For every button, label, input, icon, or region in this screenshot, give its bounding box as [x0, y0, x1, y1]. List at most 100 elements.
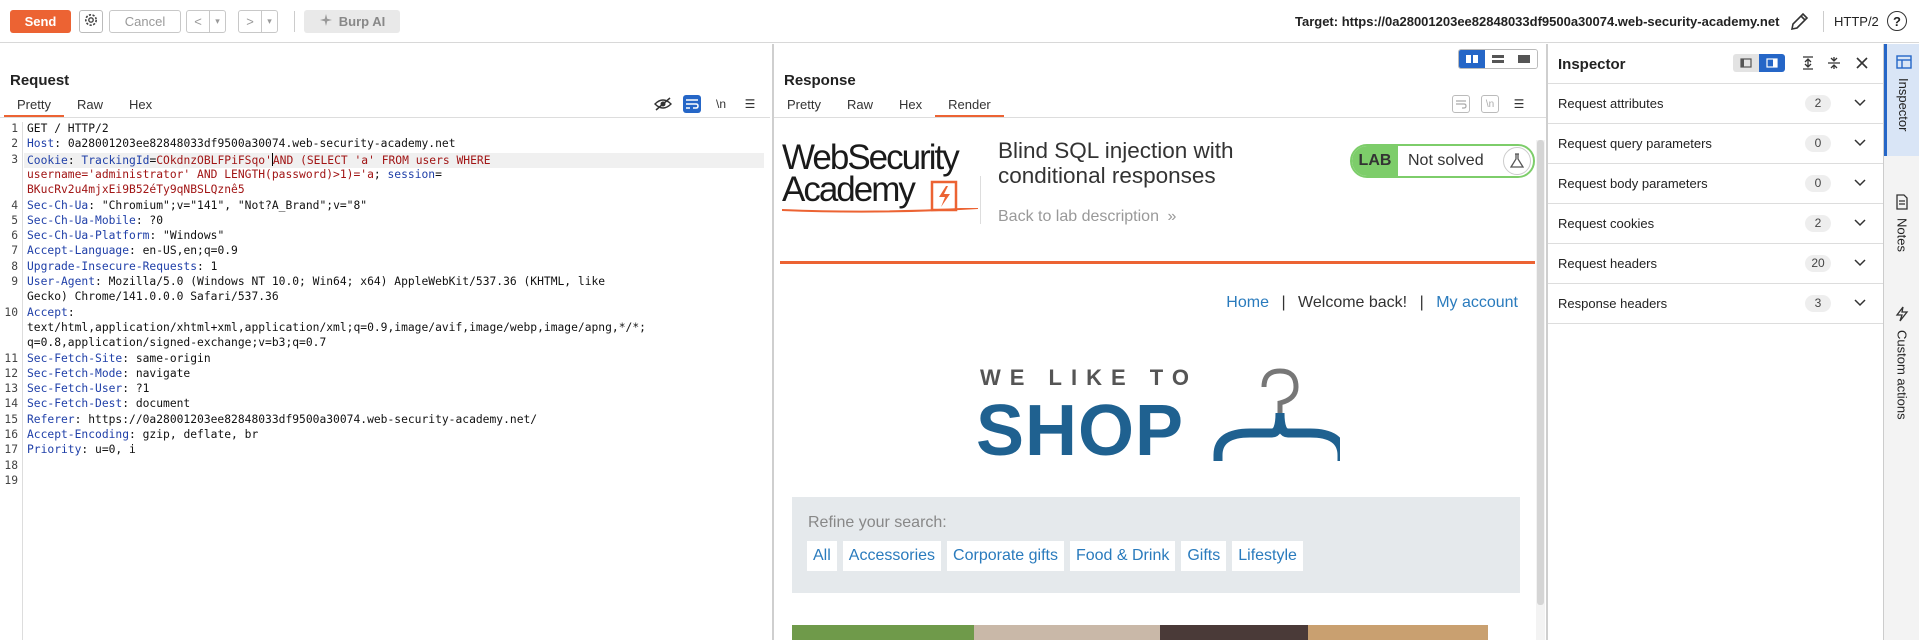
layout-list-icon[interactable] [1733, 54, 1759, 72]
request-line: Referer: https://0a28001203ee82848033df9… [27, 413, 537, 426]
tab-raw[interactable]: Raw [834, 97, 886, 117]
header-name: Sec-Fetch-Mode [27, 366, 123, 380]
inspector-title: Inspector [1558, 56, 1626, 73]
layout-stacked-icon[interactable] [1485, 50, 1511, 68]
my-account-link[interactable]: My account [1436, 294, 1518, 311]
response-editor-icons: \n ☰ [1452, 95, 1528, 113]
inspector-row-request-attributes[interactable]: Request attributes 2 [1548, 84, 1883, 124]
line-number: 18 [4, 458, 18, 472]
wrap-lines-icon[interactable] [683, 95, 701, 113]
forward-nav-group: > ▾ [238, 10, 278, 33]
send-button[interactable]: Send [10, 10, 71, 33]
request-editor[interactable]: 1 2 3 4 5 6 7 8 9 10 11 12 13 14 15 16 17 18 19 GET / HTTP… [0, 122, 770, 640]
back-to-lab-link[interactable]: Back to lab description » [998, 208, 1176, 226]
line-number: 6 [11, 229, 18, 243]
header-value: : https://0a28001203ee82848033df9500a300… [74, 412, 538, 426]
expand-all-icon[interactable] [1798, 53, 1818, 73]
layout-toggle [1458, 49, 1538, 69]
header-name: Cookie [27, 153, 68, 167]
close-icon[interactable] [1852, 53, 1872, 73]
line-number: 12 [4, 366, 18, 380]
tab-pretty[interactable]: Pretty [774, 97, 834, 117]
product-image[interactable] [974, 625, 1160, 640]
menu-icon[interactable]: ☰ [1510, 95, 1528, 113]
inspector-row-body-parameters[interactable]: Request body parameters 0 [1548, 164, 1883, 204]
tab-underline [0, 117, 770, 118]
category-gifts[interactable]: Gifts [1181, 541, 1227, 571]
line-number: 3 [11, 152, 18, 166]
toolbar-divider [1823, 11, 1824, 32]
line-number: 15 [4, 412, 18, 426]
product-image[interactable] [1160, 625, 1308, 640]
line-number: 4 [11, 198, 18, 212]
newline-icon[interactable]: \n [1481, 95, 1499, 113]
layout-tabs-icon[interactable] [1511, 50, 1537, 68]
product-image[interactable] [1308, 625, 1488, 640]
inspector-row-request-headers[interactable]: Request headers 20 [1548, 244, 1883, 284]
tab-pretty[interactable]: Pretty [4, 97, 64, 117]
target-url: Target: https://0a28001203ee82848033df95… [1295, 14, 1780, 29]
layout-side-by-side-icon[interactable] [1459, 50, 1485, 68]
notes-icon [1896, 194, 1908, 210]
hide-nonprintable-icon[interactable] [654, 95, 672, 113]
shop-nav: Home | Welcome back! | My account [1226, 294, 1518, 311]
back-button[interactable]: < [187, 11, 209, 32]
newline-icon[interactable]: \n [712, 95, 730, 113]
line-number: 9 [11, 275, 18, 288]
inspector-row-request-cookies[interactable]: Request cookies 2 [1548, 204, 1883, 244]
tab-render[interactable]: Render [935, 97, 1004, 117]
tab-raw[interactable]: Raw [64, 97, 116, 117]
rail-tab-inspector[interactable]: Inspector [1884, 44, 1919, 156]
protocol-selector[interactable]: HTTP/2 [1834, 14, 1879, 29]
wrap-lines-icon[interactable] [1452, 95, 1470, 113]
lab-status: Not solved [1408, 152, 1484, 169]
burp-ai-button[interactable]: Burp AI [304, 10, 400, 33]
category-lifestyle[interactable]: Lifestyle [1232, 541, 1303, 571]
chevron-down-icon [1854, 139, 1866, 147]
line-number: 13 [4, 382, 18, 396]
menu-icon[interactable]: ☰ [741, 95, 759, 113]
header-name: Sec-Ch-Ua-Mobile [27, 213, 136, 227]
header-name: session [387, 167, 436, 181]
lightning-icon [1895, 306, 1909, 322]
settings-button[interactable] [79, 10, 103, 33]
header-value: : ?0 [135, 213, 164, 227]
tab-hex[interactable]: Hex [116, 97, 165, 117]
back-history-dropdown[interactable]: ▾ [209, 11, 225, 32]
inspector-panel: Inspector Request attributes 2 Request q… [1548, 44, 1883, 640]
rendered-page: WebSecurity Academy Blind SQL injection … [780, 140, 1535, 640]
response-scrollbar[interactable] [1536, 140, 1545, 640]
home-link[interactable]: Home [1226, 294, 1269, 311]
rail-tab-notes[interactable]: Notes [1884, 194, 1919, 294]
header-value: : 1 [197, 259, 218, 273]
request-line: Accept: [27, 306, 75, 319]
shop-logo-text: SHOP [976, 391, 1185, 471]
category-corporate-gifts[interactable]: Corporate gifts [947, 541, 1064, 571]
cancel-button[interactable]: Cancel [109, 10, 181, 33]
collapse-all-icon[interactable] [1824, 53, 1844, 73]
cookie-value: BKucRv2u4mjxEi9B52éTy9qNBSLQznê5 [27, 183, 245, 197]
request-line: Gecko) Chrome/141.0.0.0 Safari/537.36 [27, 290, 279, 303]
inspector-row-response-headers[interactable]: Response headers 3 [1548, 284, 1883, 324]
layout-panel-icon[interactable] [1759, 54, 1785, 72]
request-line: Sec-Fetch-Mode: navigate [27, 367, 190, 380]
product-image[interactable] [792, 625, 974, 640]
side-rail: Inspector Notes Custom actions [1883, 44, 1919, 640]
line-number: 19 [4, 473, 18, 487]
tab-underline [774, 117, 1546, 118]
forward-button[interactable]: > [239, 11, 261, 32]
category-accessories[interactable]: Accessories [842, 541, 942, 571]
category-food-drink[interactable]: Food & Drink [1069, 541, 1176, 571]
inspector-row-query-parameters[interactable]: Request query parameters 0 [1548, 124, 1883, 164]
scrollbar-thumb[interactable] [1537, 140, 1544, 605]
edit-target-button[interactable] [1787, 10, 1811, 34]
forward-history-dropdown[interactable]: ▾ [261, 11, 277, 32]
header-name: Host [27, 137, 55, 151]
rail-tab-custom-actions[interactable]: Custom actions [1884, 306, 1919, 476]
help-icon[interactable]: ? [1887, 11, 1907, 31]
category-all[interactable]: All [807, 541, 837, 571]
count-badge: 2 [1805, 95, 1831, 112]
lab-title: Blind SQL injection with conditional res… [998, 140, 1234, 188]
tab-hex[interactable]: Hex [886, 97, 935, 117]
header-value: : gzip, deflate, br [129, 428, 259, 441]
